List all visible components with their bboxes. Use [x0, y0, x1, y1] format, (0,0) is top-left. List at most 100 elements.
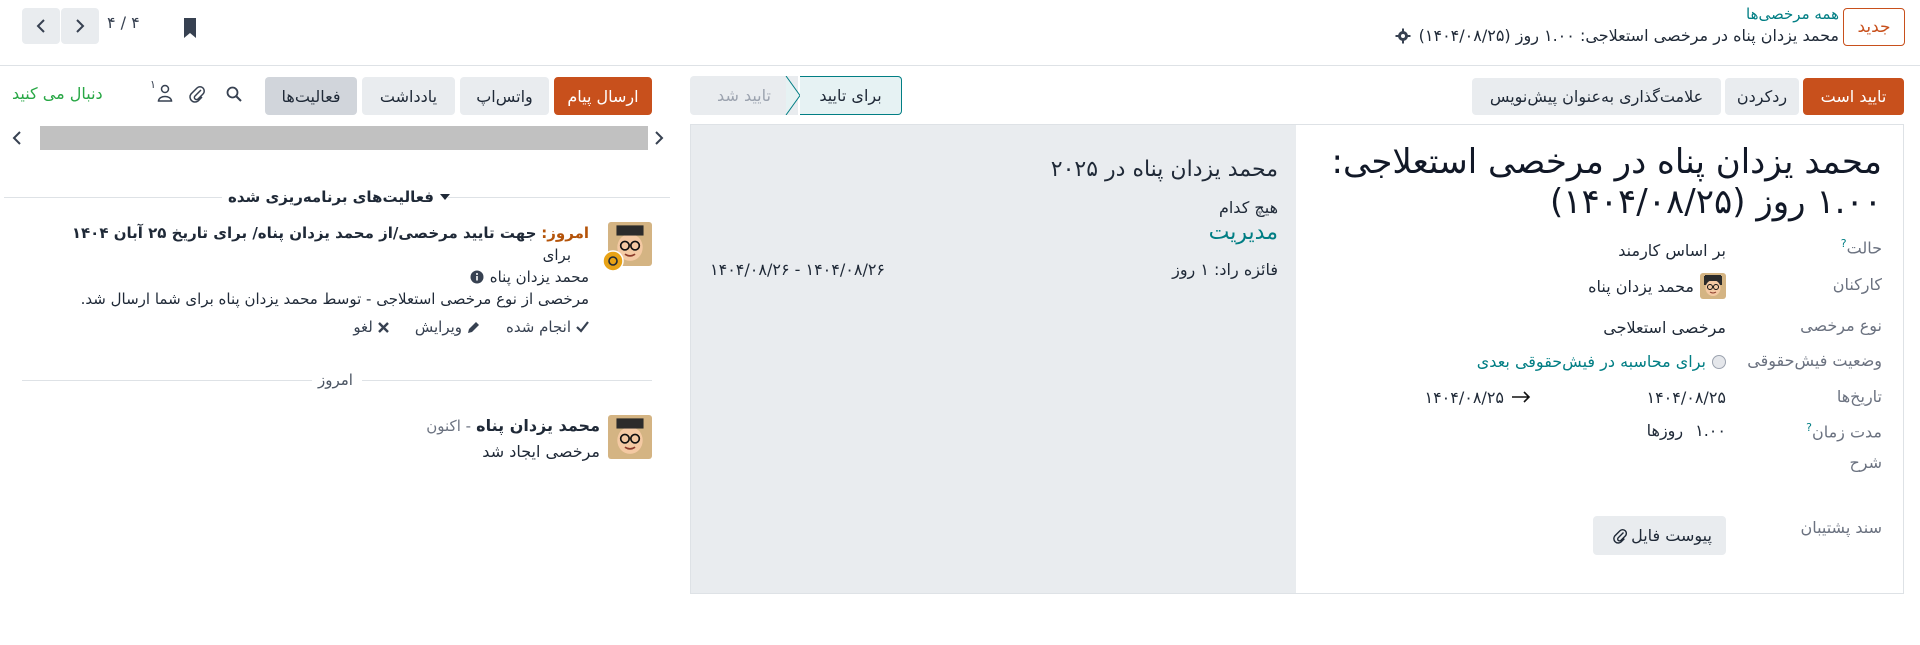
planned-divider-right [448, 197, 670, 198]
status-to-approve-label: برای تایید [819, 86, 882, 105]
leave-type-value[interactable]: مرخصی استعلاجی [1603, 318, 1726, 337]
new-button[interactable]: جدید [1843, 8, 1905, 46]
payslip-label: وضعیت فیش‌حقوقی [1747, 351, 1882, 370]
paperclip-icon[interactable] [185, 82, 209, 106]
log-note-button[interactable]: یادداشت [362, 77, 455, 115]
side-panel-reward: فائزه راد: ۱ روز [1172, 260, 1278, 279]
side-panel-title: محمد یزدان پناه در ۲۰۲۵ [1050, 157, 1278, 182]
employee-name: محمد یزدان پناه [1588, 276, 1694, 296]
approve-button[interactable]: تایید است [1803, 78, 1904, 115]
pager-next-button[interactable] [61, 8, 99, 44]
close-icon [378, 321, 389, 333]
form-title: محمد یزدان پناه در مرخصی استعلاجی: ۱.۰۰ … [1331, 142, 1882, 222]
activity-summary: جهت تایید مرخصی/از محمد یزدان پناه/ برای… [71, 224, 537, 242]
activity-for-label: برای [542, 246, 571, 264]
record-title: محمد یزدان پناه در مرخصی استعلاجی: ۱.۰۰ … [1418, 26, 1839, 45]
breadcrumb-parent-link[interactable]: همه مرخصی‌ها [1395, 5, 1839, 24]
mark-draft-label: علامت‌گذاری به‌عنوان پیش‌نویس [1489, 87, 1704, 106]
gear-icon[interactable] [1395, 28, 1411, 44]
activity-avatar [602, 222, 652, 272]
activity-done-button[interactable]: انجام شده [506, 316, 589, 338]
activity-body: مرخصی از نوع مرخصی استعلاجی - توسط محمد … [80, 290, 589, 308]
activity-cancel-button[interactable]: لغو [353, 316, 389, 338]
topbar-divider [0, 65, 1920, 66]
caret-down-icon [440, 194, 451, 200]
date-to-input[interactable]: ۱۴۰۴/۰۸/۲۵ [1424, 388, 1504, 407]
message-body: مرخصی ایجاد شد [482, 442, 600, 461]
message-time: - اکنون [426, 417, 472, 435]
attach-file-button[interactable]: پیوست فایل [1593, 516, 1726, 555]
payslip-text: برای محاسبه در فیش‌حقوقی بعدی [1476, 352, 1706, 371]
mode-label: حالت? [1841, 237, 1882, 257]
check-icon [576, 321, 589, 333]
new-button-label: جدید [1857, 17, 1891, 37]
avatar [1700, 273, 1726, 299]
payslip-radio[interactable] [1712, 354, 1726, 369]
chevron-left-icon [36, 19, 45, 33]
side-panel-manager: مدیریت [1208, 220, 1278, 245]
employee-tag[interactable]: محمد یزدان پناه [1588, 273, 1726, 299]
side-panel-none: هیچ کدام [1218, 198, 1278, 217]
message-author[interactable]: محمد یزدان پناه [476, 416, 600, 435]
activity-edit-button[interactable]: ویرایش [415, 316, 480, 338]
status-approved[interactable]: تایید شد [690, 76, 798, 115]
avatar [608, 415, 652, 459]
activity-edit-label: ویرایش [414, 318, 463, 336]
payslip-value[interactable]: برای محاسبه در فیش‌حقوقی بعدی [1477, 352, 1726, 371]
search-icon[interactable] [222, 82, 246, 106]
send-message-button[interactable]: ارسال پیام [554, 77, 652, 115]
info-icon[interactable] [470, 270, 484, 284]
paperclip-icon [1613, 528, 1628, 544]
pager-prev-button[interactable] [22, 8, 60, 44]
today-divider-right [362, 380, 652, 381]
activities-button[interactable]: فعالیت‌ها [265, 77, 357, 115]
leave-type-label: نوع مرخصی [1800, 316, 1882, 335]
scroll-right-arrow[interactable] [650, 129, 668, 147]
message-avatar [608, 415, 652, 459]
pencil-icon [468, 321, 480, 333]
chevron-right-icon [76, 19, 85, 33]
duration-label-text: مدت زمان [1811, 422, 1882, 442]
employees-label: کارکنان [1832, 275, 1882, 294]
refuse-button[interactable]: ردکردن [1725, 78, 1799, 115]
description-label: شرح [1849, 453, 1882, 472]
leave-summary-panel [691, 125, 1296, 593]
whatsapp-label: واتس‌اپ [476, 86, 533, 106]
followers-icon[interactable]: ۱ [150, 78, 180, 106]
planned-activities-toggle[interactable]: فعالیت‌های برنامه‌ریزی شده [228, 188, 451, 206]
message-content: محمد یزدان پناه - اکنون مرخصی ایجاد شد [426, 413, 600, 464]
activity-assignee: محمد یزدان پناه [489, 268, 589, 286]
activity-content: امروز: جهت تایید مرخصی/از محمد یزدان پنا… [49, 222, 589, 338]
arrow-right-icon [1512, 391, 1532, 407]
status-to-approve[interactable]: برای تایید [800, 76, 902, 115]
mode-value[interactable]: بر اساس کارمند [1618, 241, 1726, 260]
dates-label: تاریخ‌ها [1836, 387, 1882, 406]
scroll-thumb[interactable] [40, 126, 648, 150]
scroll-left-arrow[interactable] [8, 129, 26, 147]
mark-draft-button[interactable]: علامت‌گذاری به‌عنوان پیش‌نویس [1472, 78, 1721, 115]
approve-label: تایید است [1820, 87, 1887, 106]
breadcrumb: همه مرخصی‌ها محمد یزدان پناه در مرخصی اس… [1395, 5, 1839, 48]
side-panel-range: ۱۴۰۴/۰۸/۲۶ - ۱۴۰۴/۰۸/۲۶ [710, 260, 886, 279]
mode-label-text: حالت [1846, 238, 1882, 258]
follower-count: ۱ [150, 78, 156, 91]
status-approved-label: تایید شد [717, 86, 771, 105]
activities-label: فعالیت‌ها [281, 86, 341, 106]
attach-file-label: پیوست فایل [1631, 526, 1712, 545]
date-from-input[interactable]: ۱۴۰۴/۰۸/۲۵ [1646, 388, 1726, 407]
horizontal-scrollbar[interactable] [4, 125, 670, 151]
activity-cancel-label: لغو [353, 318, 373, 336]
follow-button[interactable]: دنبال می کنید [12, 84, 103, 103]
duration-value[interactable]: ۱.۰۰ روزها [1647, 421, 1726, 440]
duration-number: ۱.۰۰ [1695, 421, 1726, 440]
planned-divider-left [4, 197, 222, 198]
today-separator: امروز [318, 371, 353, 389]
user-icon [157, 84, 173, 102]
bookmark-icon[interactable] [176, 14, 202, 42]
whatsapp-button[interactable]: واتس‌اپ [460, 77, 549, 115]
support-doc-label: سند پشتیبان [1800, 518, 1882, 537]
pager-value[interactable]: ۴ / ۴ [107, 13, 140, 32]
planned-activities-label: فعالیت‌های برنامه‌ریزی شده [228, 188, 435, 206]
send-message-label: ارسال پیام [567, 86, 639, 106]
activity-due: امروز: [541, 224, 589, 242]
